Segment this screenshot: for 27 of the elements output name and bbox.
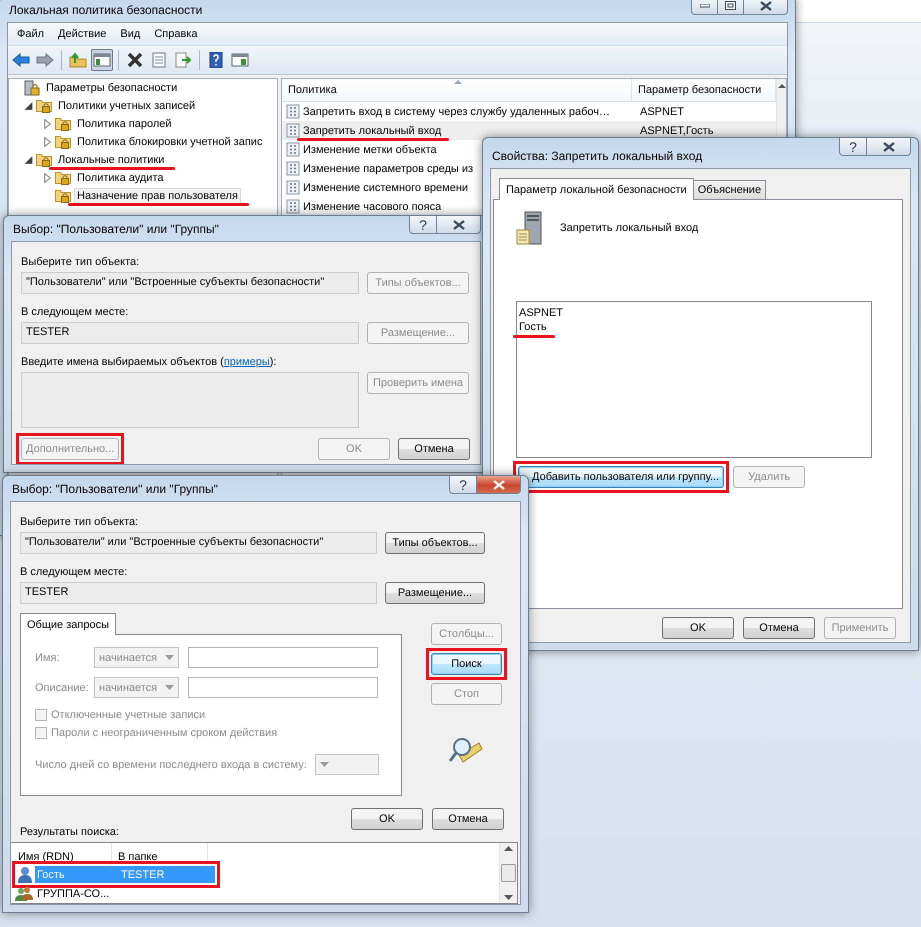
table-cell: ASPNET,Гость (640, 124, 714, 136)
table-cell: Запретить локальный вход (303, 124, 442, 136)
field-label: Описание: (35, 682, 90, 694)
window-title: Локальная политика безопасности (8, 2, 202, 17)
table-cell: Запретить вход в систему через службу удаленных рабоч… (303, 106, 610, 118)
field-label: В следующем месте: (21, 306, 130, 318)
field-label: Число дней со времени последнего входа в систему: (35, 758, 307, 770)
table-cell: Изменение системного времени (303, 182, 468, 194)
checkbox-label: Пароли с неограниченным сроком действия (51, 727, 278, 739)
field-label: Выберите тип объекта: (21, 256, 140, 268)
field-label: Выберите тип объекта: (20, 516, 140, 528)
table-cell-text: Гость (36, 868, 66, 880)
window-title: Выбор: "Пользователи" или "Группы" (11, 481, 218, 496)
table-cell: Изменение метки объекта (303, 144, 437, 156)
table-cell: ASPNET (640, 106, 684, 118)
field-label: В следующем месте: (20, 566, 128, 578)
policy-title: Запретить локальный вход (560, 222, 698, 234)
table-cell: Изменение параметров среды из (303, 162, 474, 174)
table-cell: Изменение часового пояса (303, 200, 442, 212)
table-cell-text: TESTER (121, 868, 166, 880)
checkbox-label: Отключенные учетные записи (51, 709, 206, 721)
field-label: Результаты поиска: (20, 826, 120, 838)
window-title: Свойства: Запретить локальный вход (491, 148, 702, 163)
window-title: Выбор: "Пользователи" или "Группы" (12, 221, 219, 236)
field-label: Введите имена выбираемых объектов (примеры): (21, 356, 278, 368)
field-label: Имя: (35, 652, 60, 664)
table-cell-text: ГРУППА-СО... (36, 888, 110, 900)
